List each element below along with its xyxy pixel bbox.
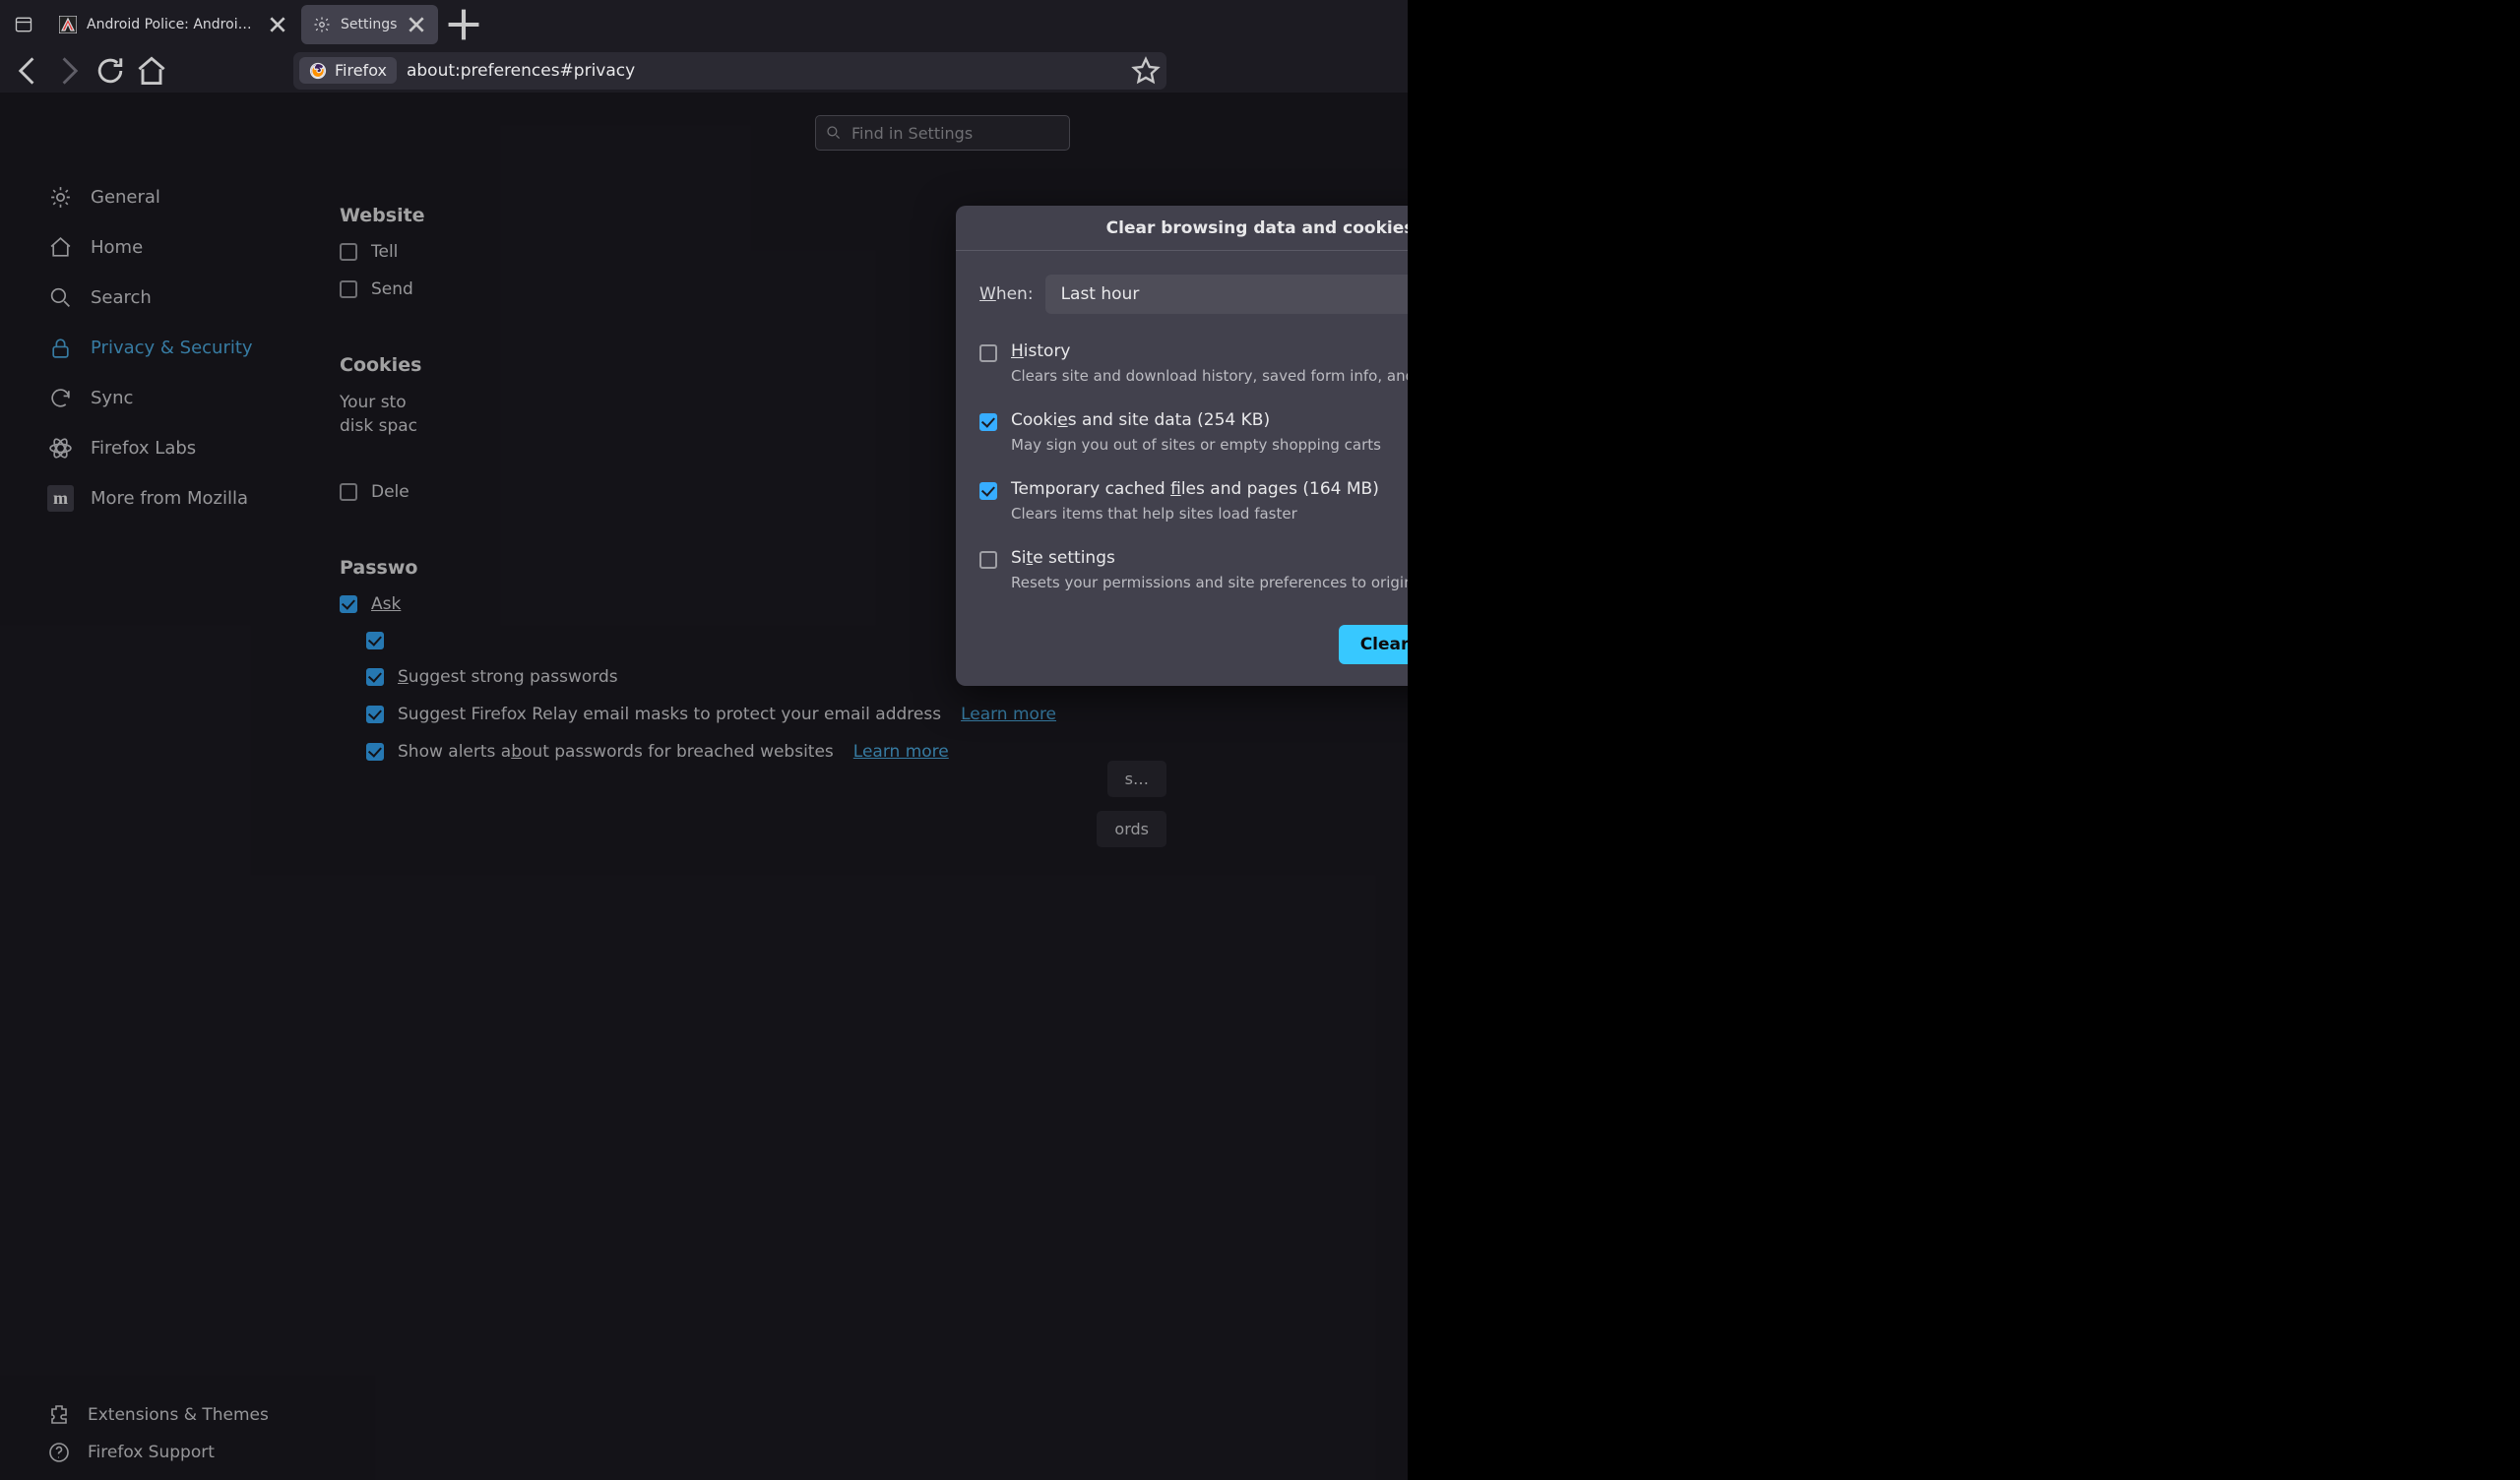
reload-button[interactable]: [93, 53, 128, 89]
forward-button: [51, 53, 87, 89]
identity-label: Firefox: [335, 61, 387, 80]
checkbox-icon: [979, 551, 997, 569]
gear-icon: [313, 16, 331, 33]
screen-void: [1408, 0, 2520, 1480]
favicon-android-police: [59, 16, 77, 33]
option-label: Temporary cached files and pages (164 MB…: [1011, 479, 1379, 499]
new-tab-button[interactable]: [446, 7, 481, 42]
tab-close-button[interactable]: [407, 15, 426, 34]
url-bar[interactable]: Firefox about:preferences#privacy: [293, 52, 1166, 90]
tab-title: Android Police: Android news, reviews: [87, 17, 258, 32]
option-label: Cookies and site data (254 KB): [1011, 410, 1381, 430]
bookmark-star-button[interactable]: [1131, 56, 1161, 86]
checkbox-icon: [979, 344, 997, 362]
tab-settings[interactable]: Settings: [301, 5, 438, 44]
tab-overview-button[interactable]: [0, 0, 47, 48]
tab-title: Settings: [341, 17, 397, 32]
home-button[interactable]: [134, 53, 169, 89]
checkbox-icon: [979, 413, 997, 431]
dialog-title: Clear browsing data and cookies: [1106, 218, 1415, 238]
back-button[interactable]: [10, 53, 45, 89]
dropdown-value: Last hour: [1061, 284, 1140, 304]
firefox-icon: [309, 62, 327, 80]
tab-android-police[interactable]: Android Police: Android news, reviews: [47, 5, 299, 44]
when-label: When:: [979, 284, 1034, 304]
tab-close-button[interactable]: [268, 15, 287, 34]
option-desc: May sign you out of sites or empty shopp…: [1011, 436, 1381, 454]
url-text: about:preferences#privacy: [407, 61, 1121, 81]
checkbox-icon: [979, 482, 997, 500]
tab-strip: Android Police: Android news, reviews Se…: [47, 0, 481, 48]
identity-box[interactable]: Firefox: [299, 57, 397, 84]
option-desc: Clears items that help sites load faster: [1011, 505, 1379, 523]
